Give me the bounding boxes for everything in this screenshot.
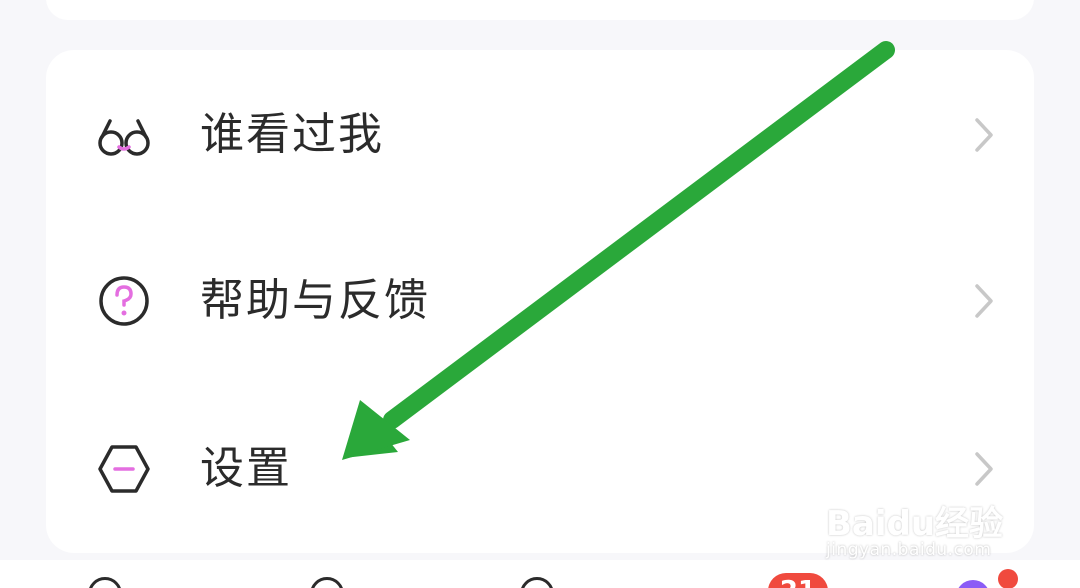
message-badge: 21 — [768, 573, 828, 588]
tab-icon[interactable] — [520, 577, 554, 588]
chevron-right-icon — [972, 115, 996, 155]
chevron-right-icon — [972, 449, 996, 489]
menu-item-who-viewed-me[interactable]: 谁看过我 — [46, 70, 1034, 200]
tab-icon[interactable] — [88, 577, 122, 588]
tab-icon[interactable] — [310, 577, 344, 588]
menu-item-label: 设置 — [200, 443, 292, 494]
menu-item-label: 谁看过我 — [200, 109, 384, 160]
previous-card — [46, 0, 1034, 20]
question-circle-icon — [96, 273, 152, 329]
bottom-nav — [0, 560, 1080, 588]
menu-card: 谁看过我 帮助与反馈 设置 — [46, 50, 1034, 553]
chevron-right-icon — [972, 281, 996, 321]
menu-item-label: 帮助与反馈 — [200, 275, 430, 326]
menu-item-settings[interactable]: 设置 — [46, 404, 1034, 534]
notification-dot — [998, 569, 1018, 588]
glasses-icon — [96, 107, 152, 163]
hexagon-settings-icon — [96, 441, 152, 497]
menu-item-help-feedback[interactable]: 帮助与反馈 — [46, 236, 1034, 366]
profile-page: 谁看过我 帮助与反馈 设置 Baidu经验 jingyan.baidu.com — [0, 0, 1080, 588]
